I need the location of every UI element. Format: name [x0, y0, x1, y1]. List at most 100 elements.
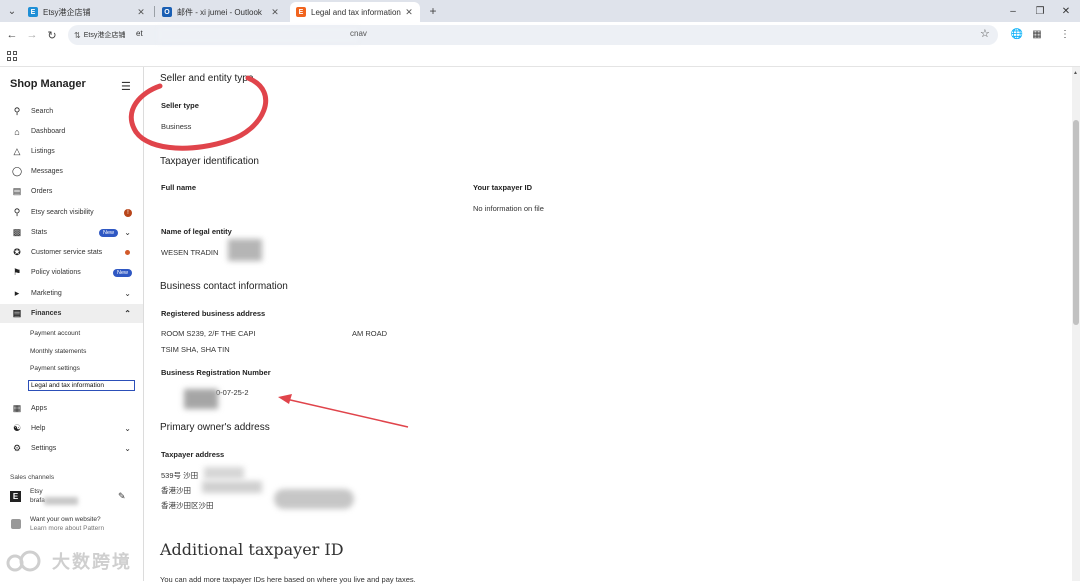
address-redaction [284, 325, 354, 339]
chevron-down-icon[interactable]: ⌄ [124, 289, 131, 298]
taxpayer-id-value: No information on file [473, 204, 544, 213]
taxpayer-address-label: Taxpayer address [161, 450, 225, 459]
brn-value: 0-07-25-2 [216, 388, 249, 397]
legal-entity-label: Name of legal entity [161, 227, 232, 236]
restore-icon[interactable]: ❐ [1030, 2, 1050, 20]
taxpayer-address-line-3: 香港沙田区沙田 [161, 501, 214, 510]
etsy-favicon-icon: E [296, 7, 306, 17]
sidebar-subitem-payment-settings[interactable]: Payment settings [30, 365, 80, 372]
taxpayer-identification-heading: Taxpayer identification [160, 156, 259, 167]
business-contact-heading: Business contact information [160, 281, 288, 292]
sidebar-item-settings[interactable]: ⚙ Settings ⌄ [0, 439, 143, 458]
taxpayer-address-redaction-3 [274, 489, 354, 509]
pattern-promo-title[interactable]: Want your own website? [30, 516, 101, 523]
pattern-logo-icon [11, 519, 21, 529]
pencil-icon[interactable]: ✎ [118, 491, 126, 502]
extensions-icon[interactable]: ▦ [1030, 27, 1044, 41]
sidebar-item-customer-service[interactable]: ✪ Customer service stats [0, 243, 143, 262]
tab-title: 邮件 - xi jumei - Outlook [177, 7, 262, 17]
url-text-end: cnav [350, 29, 367, 38]
chevron-down-icon[interactable]: ⌄ [124, 444, 131, 453]
address-bar[interactable]: ⇅ Etsy港企店铺 et cnav ☆ [68, 25, 998, 45]
sidebar-item-help[interactable]: ☯ Help ⌄ [0, 419, 143, 438]
star-badge-icon: ✪ [13, 247, 21, 257]
scroll-up-icon[interactable]: ▲ [1073, 70, 1078, 76]
pattern-promo-link[interactable]: Learn more about Pattern [30, 525, 104, 532]
reload-icon[interactable]: ↻ [44, 27, 60, 43]
forward-arrow-icon[interactable]: → [24, 27, 40, 43]
sidebar-item-label: Dashboard [31, 128, 66, 135]
chevron-down-icon[interactable]: ⌄ [124, 228, 131, 237]
tab-strip: ⌄ E Etsy港企店铺 ✕ O 邮件 - xi jumei - Outlook… [0, 0, 1080, 22]
legal-entity-value: WESEN TRADIN [161, 248, 219, 257]
registered-address-label: Registered business address [161, 309, 266, 318]
sidebar-item-dashboard[interactable]: ⌂ Dashboard [0, 122, 143, 141]
primary-owner-heading: Primary owner's address [160, 422, 270, 433]
chevron-up-icon[interactable]: ⌃ [124, 309, 131, 318]
window-close-icon[interactable]: ✕ [1056, 2, 1076, 20]
full-name-redaction [156, 199, 216, 219]
additional-taxpayer-text: You can add more taxpayer IDs here based… [160, 575, 416, 584]
sales-channels-heading: Sales channels [10, 474, 55, 481]
sidebar-item-policy-violations[interactable]: ⚑ Policy violations New [0, 263, 143, 282]
scrollbar-thumb[interactable] [1073, 120, 1079, 325]
tune-icon: ⇅ [74, 30, 81, 40]
sales-channel-name[interactable]: Etsy [30, 488, 43, 495]
tab-legal-tax[interactable]: E Legal and tax information ✕ [290, 2, 420, 22]
taxpayer-address-redaction-1 [204, 467, 244, 479]
address-line-1-end: AM ROAD [352, 329, 388, 338]
sidebar-item-search[interactable]: ⚲ Search [0, 102, 143, 121]
taxpayer-address-line-1: 539号 沙田 [161, 471, 199, 480]
sales-channel-shop[interactable]: brafa [30, 497, 45, 504]
sidebar-item-label: Listings [31, 148, 55, 155]
brn-label: Business Registration Number [161, 368, 271, 377]
outlook-favicon-icon: O [162, 7, 172, 17]
close-icon[interactable]: ✕ [404, 7, 414, 18]
address-line-2: TSIM SHA, SHA TIN [161, 345, 230, 354]
sidebar-item-finances[interactable]: ▤ Finances ⌃ [0, 304, 143, 323]
sidebar-item-messages[interactable]: ◯ Messages [0, 162, 143, 181]
tab-title: Etsy港企店铺 [43, 7, 91, 17]
watermark: 大数跨境 [6, 548, 132, 574]
sidebar-item-apps[interactable]: ▦ Apps [0, 399, 143, 418]
globe-icon[interactable]: 🌐 [1010, 27, 1024, 41]
sidebar-item-orders[interactable]: ▤ Orders [0, 182, 143, 201]
minimize-icon[interactable]: – [1003, 2, 1023, 20]
hamburger-icon[interactable]: ☰ [121, 80, 131, 93]
more-menu-icon[interactable]: ⋮ [1058, 27, 1072, 41]
sidebar-item-marketing[interactable]: ▸ Marketing ⌄ [0, 284, 143, 303]
watermark-text: 大数跨境 [52, 552, 132, 572]
sidebar-subitem-payment-account[interactable]: Payment account [30, 330, 80, 337]
bookmark-star-icon[interactable]: ☆ [980, 27, 990, 40]
sidebar-item-search-visibility[interactable]: ⚲ Etsy search visibility ! [0, 203, 143, 222]
sidebar-item-listings[interactable]: △ Listings [0, 142, 143, 161]
brn-redaction [184, 389, 218, 409]
close-icon[interactable]: ✕ [270, 7, 280, 18]
magnify-icon: ⚲ [13, 207, 21, 217]
bookmarks-bar [0, 48, 1080, 67]
tab-search-icon[interactable]: ⌄ [4, 3, 20, 19]
alert-badge: ! [124, 208, 132, 217]
sidebar-item-label: Messages [31, 168, 63, 175]
site-info-chip[interactable]: ⇅ Etsy港企店铺 [74, 28, 125, 42]
back-arrow-icon[interactable]: ← [4, 27, 20, 43]
new-badge: New [112, 268, 132, 277]
home-icon: ⌂ [14, 126, 20, 137]
seller-type-label: Seller type [161, 101, 199, 110]
sidebar-title: Shop Manager [10, 78, 86, 90]
new-tab-icon[interactable]: + [426, 4, 440, 18]
apps-grid-icon[interactable] [7, 51, 17, 61]
watermark-logo-icon [6, 550, 41, 572]
tab-outlook[interactable]: O 邮件 - xi jumei - Outlook ✕ [156, 2, 286, 22]
sidebar-item-stats[interactable]: ▩ Stats New ⌄ [0, 223, 143, 242]
tab-etsy-shop[interactable]: E Etsy港企店铺 ✕ [22, 2, 152, 22]
chevron-down-icon[interactable]: ⌄ [124, 424, 131, 433]
sidebar-subitem-monthly-statements[interactable]: Monthly statements [30, 348, 86, 355]
sidebar-subitem-legal-tax[interactable]: Legal and tax information [28, 380, 135, 391]
site-chip-label: Etsy港企店铺 [83, 32, 126, 39]
etsy-logo-icon: E [10, 491, 21, 502]
close-icon[interactable]: ✕ [136, 7, 146, 18]
browser-toolbar: ← → ↻ ⇅ Etsy港企店铺 et cnav ☆ [0, 22, 1080, 48]
additional-taxpayer-heading: Additional taxpayer ID [160, 540, 344, 559]
shop-name-redaction [44, 497, 78, 505]
